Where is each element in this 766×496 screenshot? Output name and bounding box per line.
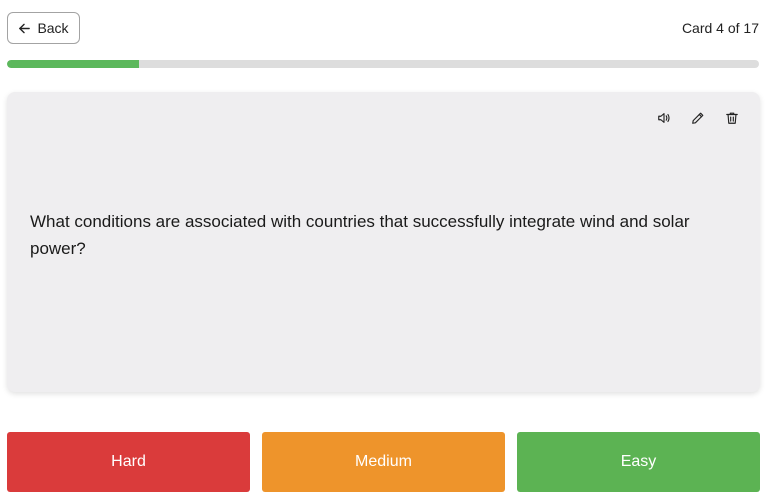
trash-icon[interactable] <box>722 108 742 128</box>
flashcard-review-page: Back Card 4 of 17 What conditions are as… <box>0 0 766 496</box>
back-button[interactable]: Back <box>7 12 80 44</box>
medium-button[interactable]: Medium <box>262 432 505 492</box>
speaker-icon[interactable] <box>654 108 674 128</box>
progress-fill <box>7 60 140 68</box>
flashcard[interactable]: What conditions are associated with coun… <box>7 92 760 392</box>
pencil-icon[interactable] <box>688 108 708 128</box>
difficulty-buttons: Hard Medium Easy <box>7 432 760 492</box>
card-question: What conditions are associated with coun… <box>30 212 690 258</box>
hard-button[interactable]: Hard <box>7 432 250 492</box>
arrow-left-icon <box>18 22 31 35</box>
card-actions <box>654 108 742 128</box>
card-counter: Card 4 of 17 <box>681 20 759 36</box>
back-label: Back <box>37 20 69 36</box>
easy-button[interactable]: Easy <box>517 432 760 492</box>
progress-bar <box>7 60 759 68</box>
